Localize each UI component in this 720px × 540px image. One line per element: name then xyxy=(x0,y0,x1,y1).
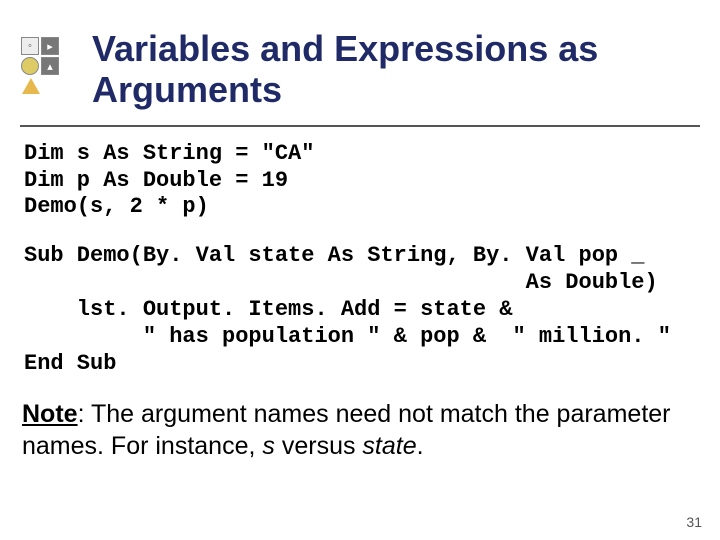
square-icon: ▸ xyxy=(41,37,59,55)
code-line: As Double) xyxy=(24,270,658,295)
divider xyxy=(20,125,700,127)
code-line: " has population " & pop & " million. " xyxy=(24,324,671,349)
triangle-icon xyxy=(22,78,40,94)
note-text: . xyxy=(417,432,424,460)
slide-title: Variables and Expressions as Arguments xyxy=(92,28,700,111)
code-line: lst. Output. Items. Add = state & xyxy=(24,297,512,322)
note-paragraph: Note: The argument names need not match … xyxy=(22,399,698,462)
title-line1: Variables and Expressions as xyxy=(92,28,598,69)
code-line: Sub Demo(By. Val state As String, By. Va… xyxy=(24,243,645,268)
decorative-icon-cluster: ◦ ▸ ▴ xyxy=(20,36,80,96)
code-line: Dim p As Double = 19 xyxy=(24,168,288,193)
code-line: Demo(s, 2 * p) xyxy=(24,194,209,219)
note-em: state xyxy=(362,432,416,460)
page-number: 31 xyxy=(686,514,702,530)
note-text: versus xyxy=(275,432,363,460)
note-lead: Note xyxy=(22,400,78,428)
square-icon: ◦ xyxy=(21,37,39,55)
note-em: s xyxy=(262,432,275,460)
slide-header: ◦ ▸ ▴ Variables and Expressions as Argum… xyxy=(0,0,720,119)
code-block-2: Sub Demo(By. Val state As String, By. Va… xyxy=(24,243,720,377)
circle-icon xyxy=(21,57,39,75)
code-block-1: Dim s As String = "CA" Dim p As Double =… xyxy=(24,141,720,221)
code-line: End Sub xyxy=(24,351,116,376)
slide: ◦ ▸ ▴ Variables and Expressions as Argum… xyxy=(0,0,720,540)
square-icon: ▴ xyxy=(41,57,59,75)
code-line: Dim s As String = "CA" xyxy=(24,141,314,166)
title-line2: Arguments xyxy=(92,69,282,110)
